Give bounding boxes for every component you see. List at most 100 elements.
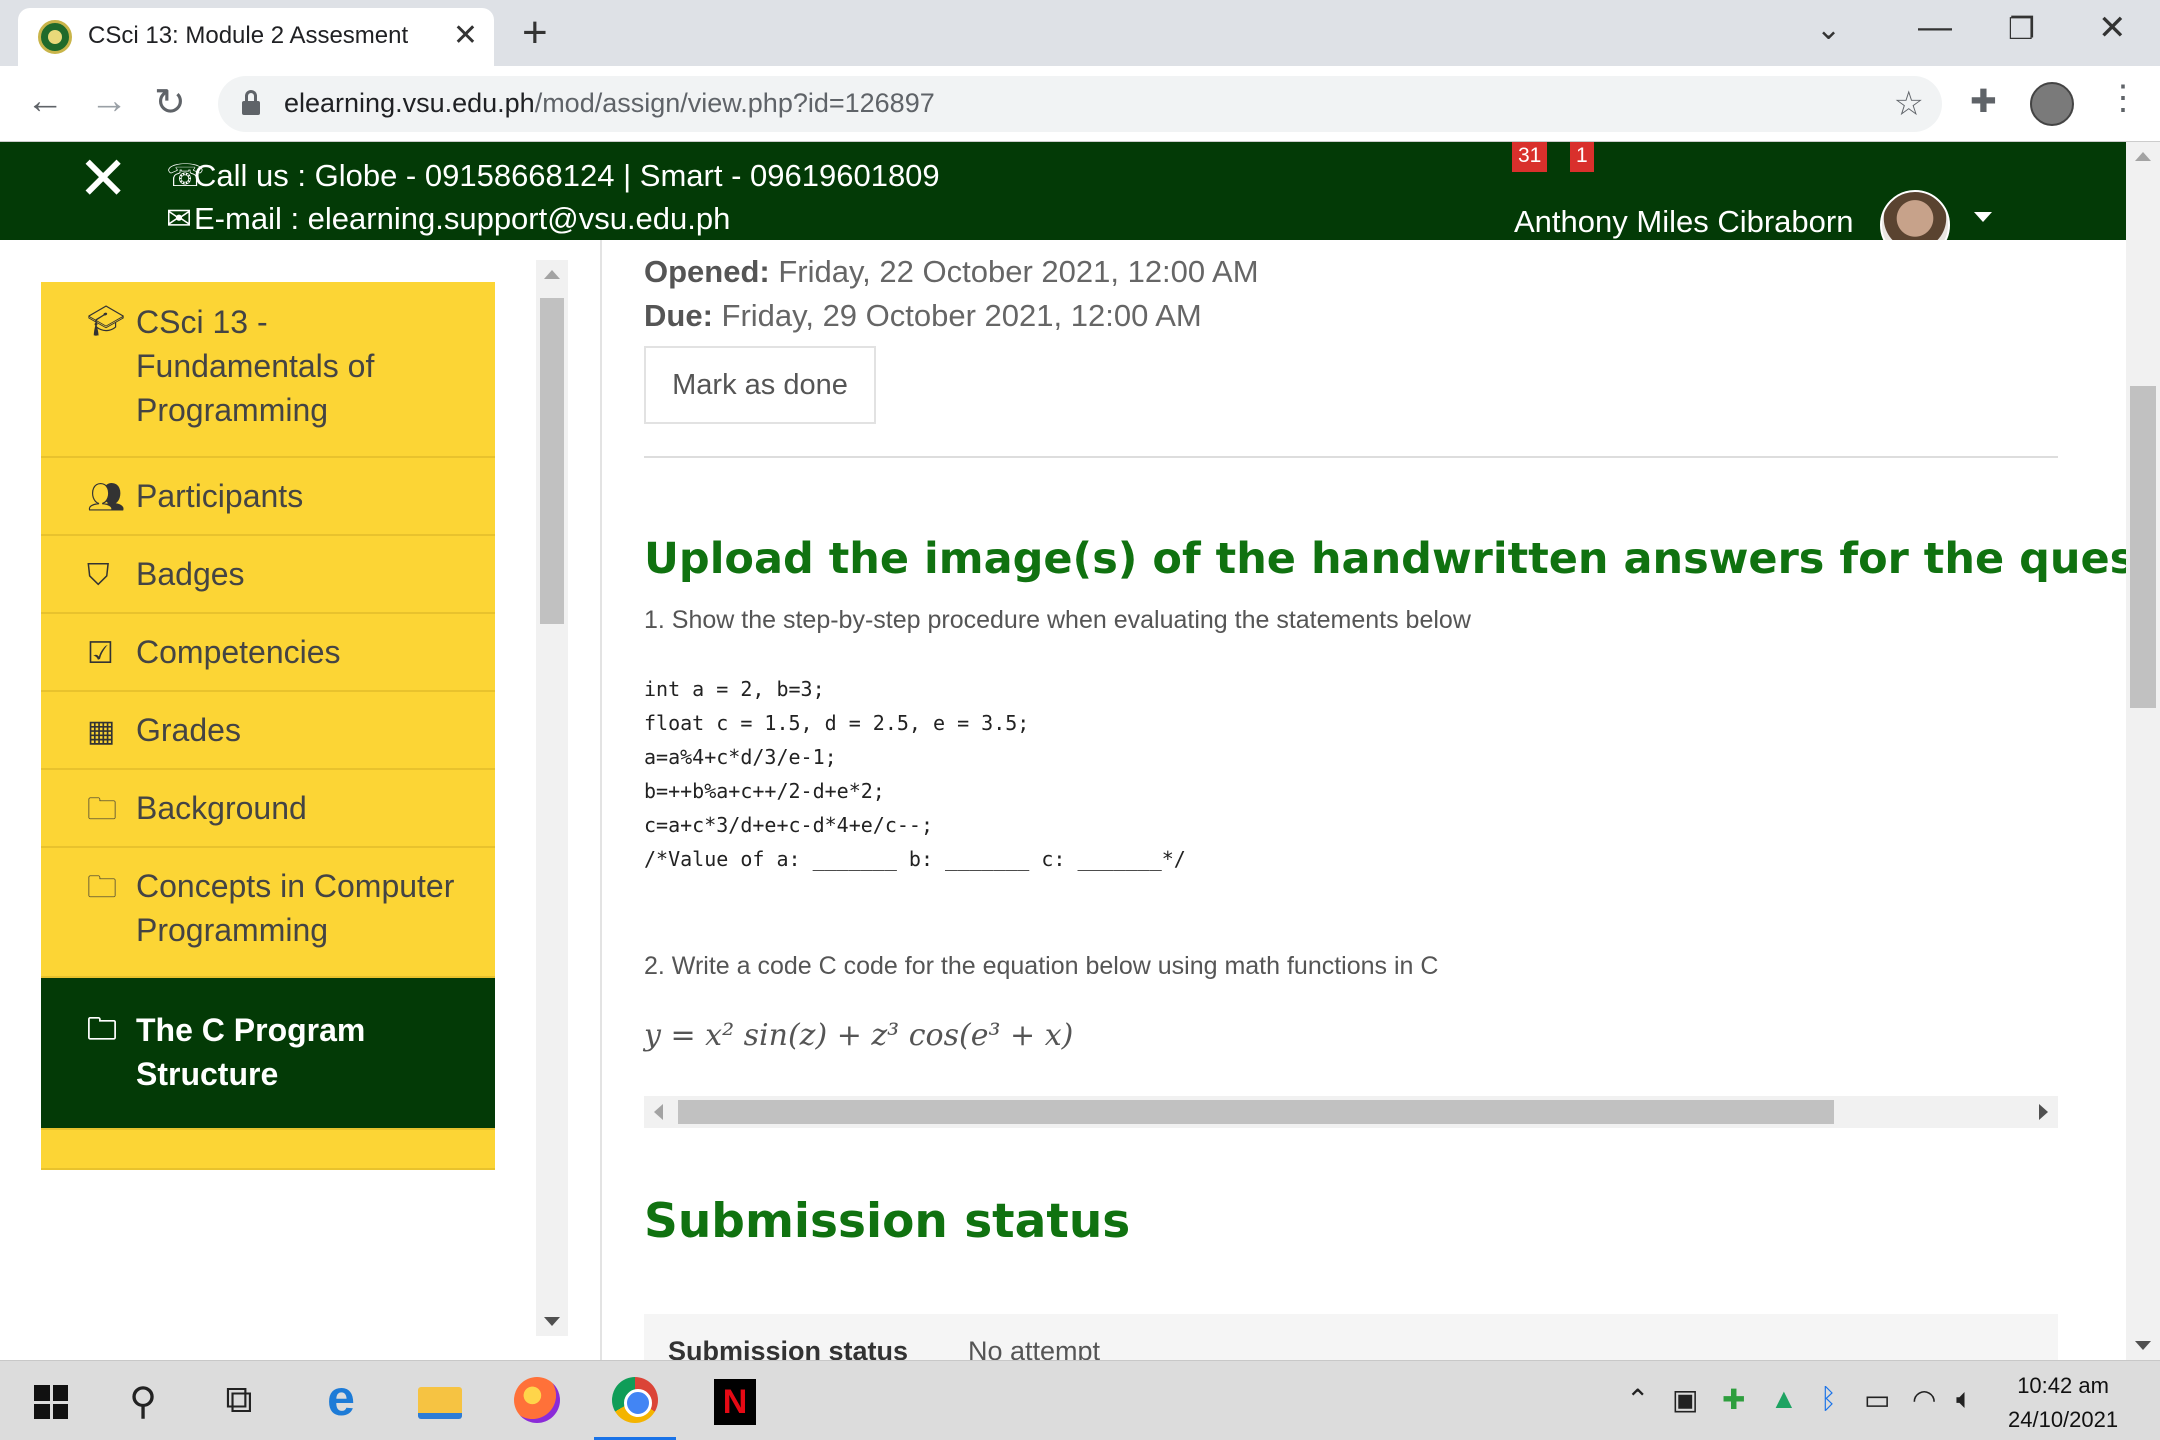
nav-item-label: Competencies [136, 634, 341, 670]
nav-item-competencies[interactable]: ☑ Competencies [41, 614, 495, 692]
code-block: int a = 2, b=3; float c = 1.5, d = 2.5, e… [644, 672, 1186, 876]
tab-title: CSci 13: Module 2 Assesment [88, 22, 409, 49]
minimize-icon[interactable]: — [1918, 8, 1952, 47]
shield-icon: ⛉ [87, 559, 110, 592]
code-line: int a = 2, b=3; [644, 677, 825, 701]
code-line: b=++b%a+c++/2-d+e*2; [644, 779, 885, 803]
nav-item-label: Background [136, 790, 307, 826]
messages-badge[interactable]: 1 [1570, 142, 1594, 172]
close-drawer-icon[interactable]: ✕ [78, 144, 128, 214]
browser-toolbar: ← → ↻ elearning.vsu.edu.ph/mod/assign/vi… [0, 66, 2160, 142]
site-favicon-icon [38, 20, 72, 54]
page-scroll-down-icon[interactable] [2135, 1341, 2151, 1350]
wifi-icon[interactable]: ◠ [1912, 1383, 1936, 1416]
netflix-button[interactable]: N [688, 1361, 778, 1440]
file-explorer-icon [418, 1387, 462, 1419]
search-button[interactable]: ⚲ [98, 1361, 188, 1440]
nav-item-concepts[interactable]: 🗀 Concepts in Computer Programming [41, 848, 495, 978]
nav-item-label: The C Program Structure [136, 1012, 366, 1092]
file-explorer-button[interactable] [396, 1361, 486, 1440]
users-icon: 👥︎ [87, 481, 126, 514]
extensions-puzzle-icon[interactable]: ✚ [1970, 82, 1997, 120]
opened-date: Friday, 22 October 2021, 12:00 AM [778, 254, 1259, 289]
drawer-scroll-thumb[interactable] [540, 298, 564, 624]
system-clock[interactable]: 10:42 am 24/10/2021 [2008, 1369, 2118, 1437]
bluetooth-icon[interactable]: ᛒ [1820, 1383, 1837, 1415]
scroll-right-arrow-icon[interactable] [2039, 1104, 2048, 1120]
mark-as-done-button[interactable]: Mark as done [644, 346, 876, 424]
browser-tab[interactable]: CSci 13: Module 2 Assesment ✕ [18, 8, 494, 66]
new-tab-button[interactable]: + [522, 8, 548, 58]
code-line: /*Value of a: _______ b: _______ c: ____… [644, 847, 1186, 871]
edge-button[interactable]: e [296, 1361, 386, 1440]
check-square-icon: ☑ [87, 637, 114, 670]
phone-text: Call us : Globe - 09158668124 | Smart - … [194, 158, 940, 193]
browser-tab-bar: CSci 13: Module 2 Assesment ✕ + ⌄ — ❐ ✕ [0, 0, 2160, 66]
tray-app-icon[interactable]: ▣ [1672, 1383, 1698, 1416]
email-text: E-mail : elearning.support@vsu.edu.ph [194, 201, 731, 236]
reload-icon[interactable]: ↻ [154, 80, 186, 125]
show-hidden-icons-icon[interactable]: ⌃ [1626, 1383, 1649, 1416]
scroll-left-arrow-icon[interactable] [654, 1104, 663, 1120]
start-button[interactable] [4, 1361, 94, 1440]
horizontal-scrollbar[interactable] [644, 1096, 2058, 1128]
nav-item-badges[interactable]: ⛉ Badges [41, 536, 495, 614]
clock-time: 10:42 am [2017, 1373, 2109, 1398]
nav-item-background[interactable]: 🗀 Background [41, 770, 495, 848]
volume-icon[interactable]: 🔈︎ [1956, 1383, 1973, 1416]
google-drive-icon[interactable]: ▲ [1770, 1383, 1798, 1415]
drawer-scrollbar[interactable] [536, 260, 568, 1336]
due-label: Due: [644, 298, 713, 333]
close-tab-icon[interactable]: ✕ [453, 18, 478, 53]
tab-search-icon[interactable]: ⌄ [1816, 12, 1841, 47]
forward-icon[interactable]: → [90, 80, 128, 123]
restore-icon[interactable]: ❐ [2008, 12, 2035, 47]
scroll-up-arrow-icon[interactable] [544, 270, 560, 279]
user-menu-caret-icon[interactable] [1974, 212, 1992, 222]
nav-item-c-program-structure[interactable]: 🗀 The C Program Structure [41, 978, 495, 1130]
close-window-icon[interactable]: ✕ [2098, 8, 2127, 48]
instructions-heading: Upload the image(s) of the handwritten a… [644, 534, 2126, 584]
nav-item-next[interactable] [41, 1130, 495, 1170]
graduation-cap-icon: 🎓︎ [87, 305, 126, 338]
task-view-icon: ⧉ [225, 1379, 253, 1421]
browser-menu-icon[interactable]: ⋮ [2106, 78, 2140, 118]
horizontal-scroll-thumb[interactable] [678, 1100, 1834, 1124]
main-region: Opened: Friday, 22 October 2021, 12:00 A… [600, 240, 2126, 1360]
address-bar[interactable]: elearning.vsu.edu.ph/mod/assign/view.php… [218, 76, 1942, 132]
task-view-button[interactable]: ⧉ [194, 1361, 284, 1440]
course-nav-drawer: 🎓︎ CSci 13 - Fundamentals of Programming… [0, 240, 574, 1360]
page-scroll-thumb[interactable] [2130, 386, 2156, 708]
nav-item-participants[interactable]: 👥︎ Participants [41, 458, 495, 536]
phone-icon: ☏ [166, 158, 205, 193]
notifications-badge[interactable]: 31 [1512, 142, 1548, 172]
search-icon: ⚲ [129, 1381, 157, 1423]
nav-item-label: CSci 13 - Fundamentals of Programming [136, 304, 375, 428]
netflix-icon: N [714, 1379, 756, 1425]
firefox-button[interactable] [492, 1361, 582, 1440]
page-scrollbar[interactable] [2126, 142, 2160, 1360]
code-line: c=a+c*3/d+e+c-d*4+e/c--; [644, 813, 933, 837]
browser-profile-avatar[interactable] [2030, 82, 2074, 126]
assignment-card: Opened: Friday, 22 October 2021, 12:00 A… [600, 240, 2126, 1360]
course-nav-list: 🎓︎ CSci 13 - Fundamentals of Programming… [41, 282, 495, 1170]
page-scroll-up-icon[interactable] [2135, 152, 2151, 161]
tray-shield-icon[interactable]: ✚ [1722, 1383, 1745, 1416]
envelope-icon: ✉ [166, 201, 192, 236]
clock-date: 24/10/2021 [2008, 1407, 2119, 1432]
back-icon[interactable]: ← [26, 80, 64, 123]
scroll-down-arrow-icon[interactable] [544, 1317, 560, 1326]
nav-item-course[interactable]: 🎓︎ CSci 13 - Fundamentals of Programming [41, 282, 495, 458]
nav-item-label: Participants [136, 478, 304, 514]
due-date: Friday, 29 October 2021, 12:00 AM [721, 298, 1202, 333]
nav-item-grades[interactable]: ▦ Grades [41, 692, 495, 770]
opened-label: Opened: [644, 254, 770, 289]
chrome-button[interactable] [590, 1361, 680, 1440]
battery-icon[interactable]: ▭ [1864, 1383, 1890, 1416]
bookmark-star-icon[interactable]: ☆ [1894, 84, 1924, 124]
user-name[interactable]: Anthony Miles Cibraborn [1514, 204, 1853, 240]
windows-taskbar: ⚲ ⧉ e N ⌃ ▣ ✚ ▲ ᛒ ▭ ◠ 🔈︎ 10:42 am 24/10/… [0, 1360, 2160, 1440]
submission-status-table: Submission status No attempt [644, 1314, 2058, 1360]
site-header: ✕ ☏Call us : Globe - 09158668124 | Smart… [0, 142, 2126, 260]
submission-status-heading: Submission status [644, 1194, 1131, 1249]
